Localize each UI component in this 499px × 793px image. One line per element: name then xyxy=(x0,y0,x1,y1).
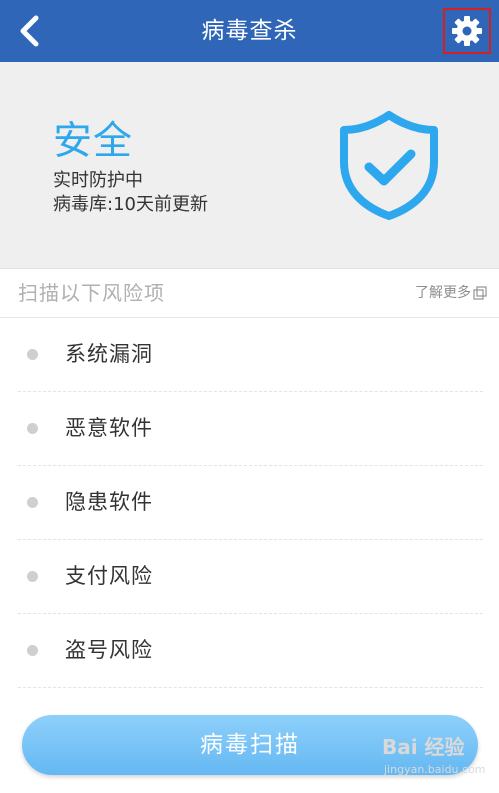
learn-more-link[interactable]: 了解更多 xyxy=(415,284,487,302)
watermark-logo: Bai 经验 xyxy=(382,735,465,759)
page-title: 病毒查杀 xyxy=(201,18,298,44)
status-title: 安全 xyxy=(53,119,134,164)
list-item: 支付风险 xyxy=(18,540,483,614)
list-item: 系统漏洞 xyxy=(18,318,483,392)
bullet-dot-icon xyxy=(27,645,38,656)
list-item: 盗号风险 xyxy=(18,614,483,688)
bullet-dot-icon xyxy=(27,497,38,508)
risk-item-label: 系统漏洞 xyxy=(65,342,153,366)
bullet-dot-icon xyxy=(27,423,38,434)
risk-item-label: 盗号风险 xyxy=(65,638,153,662)
gear-icon xyxy=(452,16,482,46)
bullet-dot-icon xyxy=(27,571,38,582)
risk-item-label: 隐患软件 xyxy=(65,490,153,514)
top-bar: 病毒查杀 xyxy=(0,0,499,62)
realtime-protection-text: 实时防护中 xyxy=(53,170,143,191)
section-header: 扫描以下风险项 了解更多 xyxy=(0,269,499,318)
baidu-jingyan-watermark: Bai 经验 jingyan.baidu.com xyxy=(382,735,492,785)
learn-more-label: 了解更多 xyxy=(415,285,471,301)
risk-item-label: 支付风险 xyxy=(65,564,153,588)
list-item: 恶意软件 xyxy=(18,392,483,466)
virus-db-update-text: 病毒库:10天前更新 xyxy=(53,194,208,215)
watermark-domain: jingyan.baidu.com xyxy=(384,763,486,776)
list-item: 隐患软件 xyxy=(18,466,483,540)
section-title: 扫描以下风险项 xyxy=(18,281,165,305)
shield-check-icon xyxy=(340,111,438,220)
settings-button[interactable] xyxy=(443,8,491,54)
security-status-panel: 安全 实时防护中 病毒库:10天前更新 xyxy=(0,62,499,268)
bullet-dot-icon xyxy=(27,349,38,360)
risk-item-label: 恶意软件 xyxy=(65,416,153,440)
external-link-icon xyxy=(473,286,487,300)
